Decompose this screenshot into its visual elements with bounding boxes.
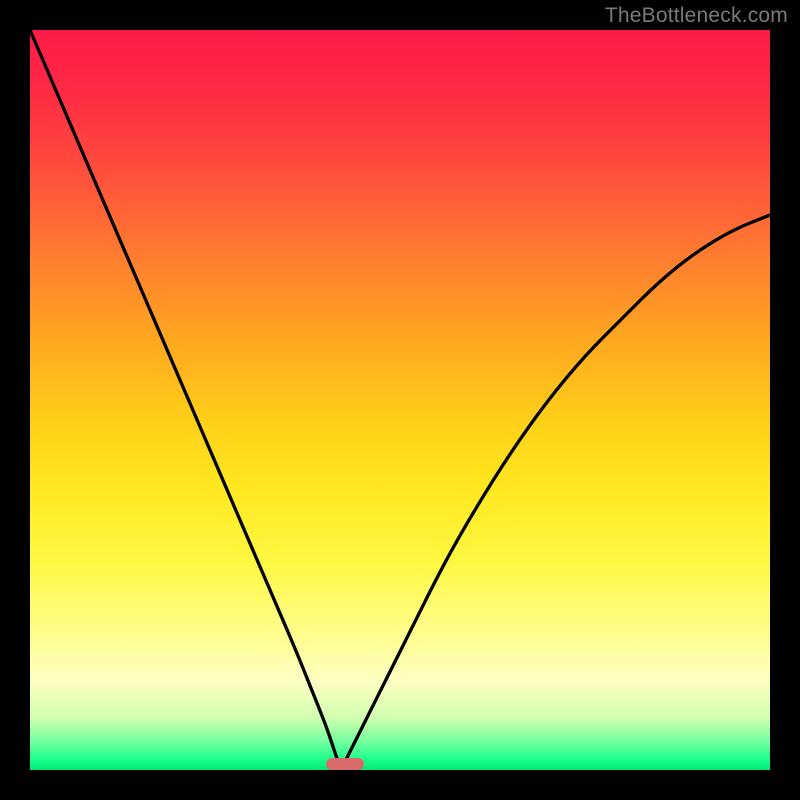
curve-left [30,30,341,770]
watermark-text: TheBottleneck.com [605,4,788,28]
plot-area [30,30,770,770]
outer-frame: TheBottleneck.com [0,0,800,800]
curve-layer [30,30,770,770]
notch-marker [326,758,364,770]
curve-right [341,215,770,770]
